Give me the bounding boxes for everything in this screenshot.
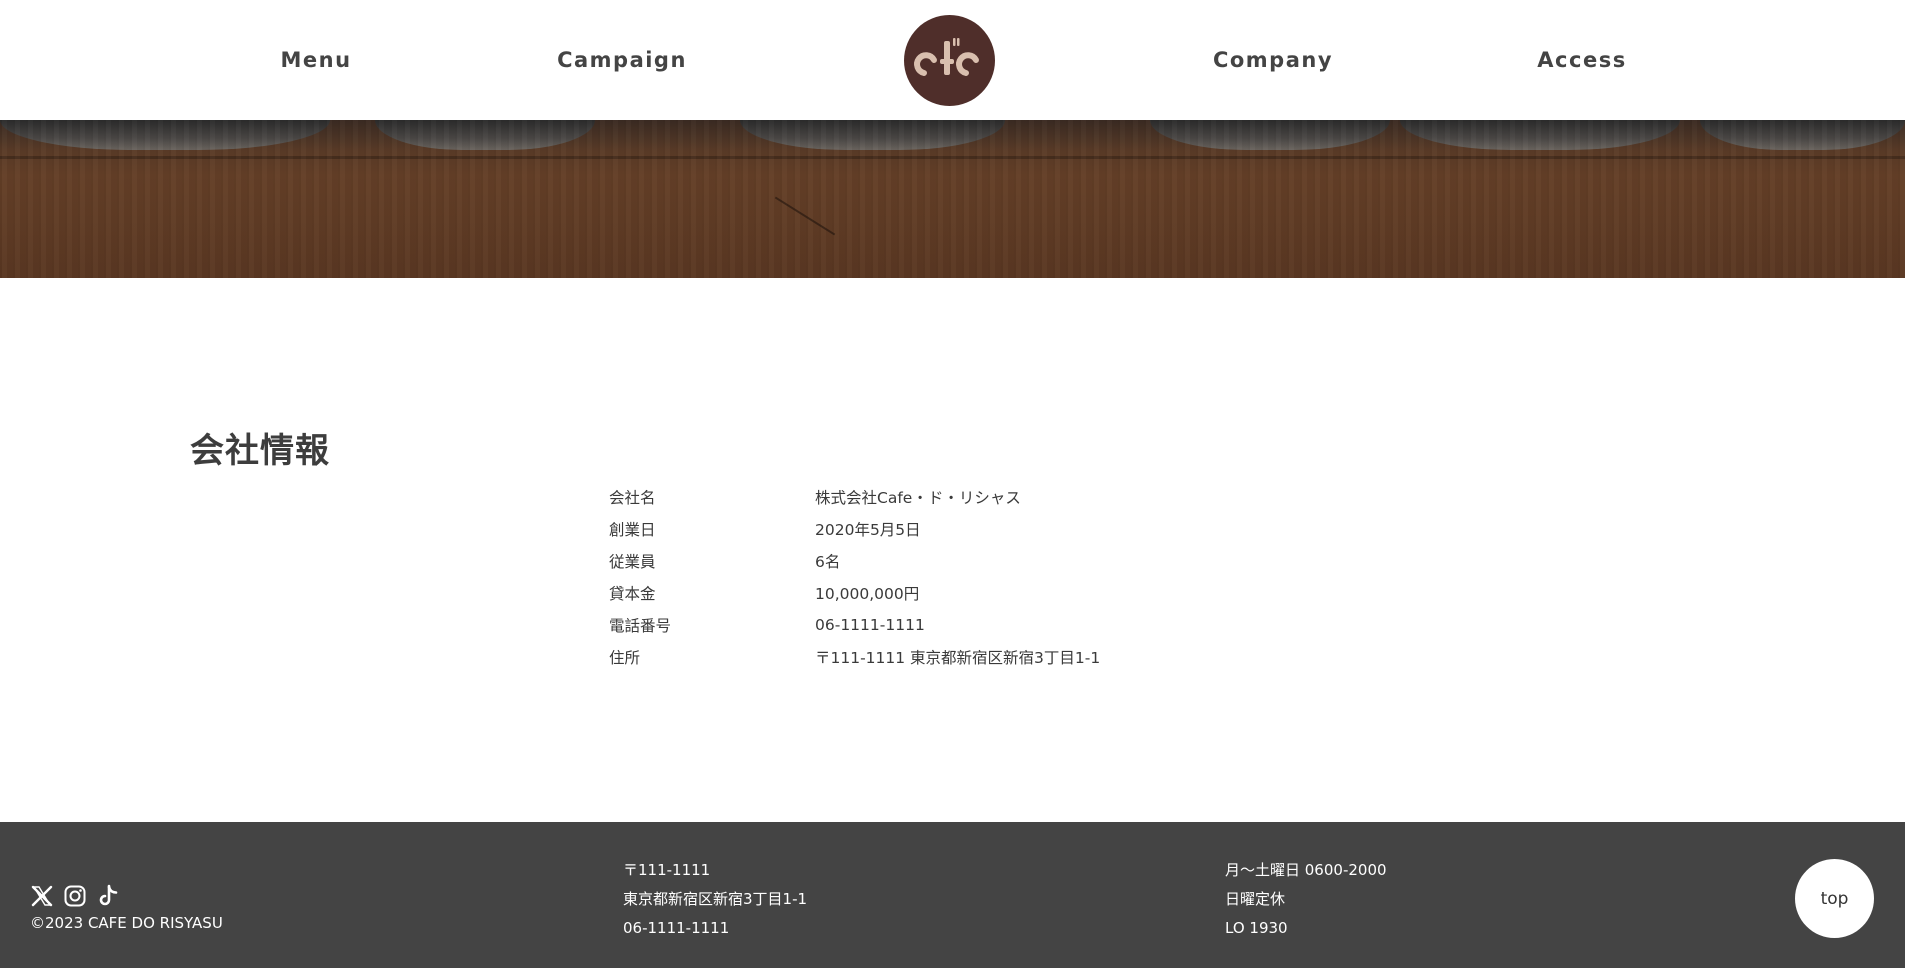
info-row-address: 住所 〒111-1111 東京都新宿区新宿3丁目1-1 (609, 641, 1100, 673)
info-value: 6名 (815, 553, 841, 571)
footer-hours-block: 月〜土曜日 0600-2000 日曜定休 LO 1930 (1225, 856, 1387, 943)
footer-last-order: LO 1930 (1225, 919, 1288, 937)
footer-closed-day: 日曜定休 (1225, 890, 1286, 908)
company-info-table: 会社名 株式会社Cafe・ド・リシャス 創業日 2020年5月5日 従業員 6名… (609, 481, 1100, 673)
footer-postal-code: 〒111-1111 (623, 861, 711, 879)
cafe-logo[interactable] (904, 15, 995, 106)
footer-address-block: 〒111-1111 東京都新宿区新宿3丁目1-1 06-1111-1111 (623, 856, 807, 943)
footer-opening-hours: 月〜土曜日 0600-2000 (1225, 861, 1387, 879)
copyright-text: ©2023 CAFE DO RISYASU (30, 914, 223, 932)
info-label: 会社名 (609, 489, 656, 507)
nav-menu-link[interactable]: Menu (280, 44, 351, 76)
info-label: 貸本金 (609, 585, 656, 603)
info-value: 06-1111-1111 (815, 616, 925, 634)
nav-access-link[interactable]: Access (1537, 44, 1626, 76)
info-row-founded: 創業日 2020年5月5日 (609, 513, 1100, 545)
info-row-phone: 電話番号 06-1111-1111 (609, 609, 1100, 641)
nav-company-link[interactable]: Company (1213, 44, 1333, 76)
tiktok-icon[interactable] (96, 884, 120, 908)
x-icon[interactable] (30, 884, 54, 908)
info-value: 株式会社Cafe・ド・リシャス (815, 489, 1021, 507)
info-label: 住所 (609, 649, 641, 667)
company-section-title: 会社情報 (190, 431, 330, 471)
social-links (30, 884, 120, 908)
info-value: 10,000,000円 (815, 585, 920, 603)
info-row-company-name: 会社名 株式会社Cafe・ド・リシャス (609, 481, 1100, 513)
info-label: 創業日 (609, 521, 656, 539)
info-value: 〒111-1111 東京都新宿区新宿3丁目1-1 (815, 649, 1101, 667)
back-to-top-button[interactable]: top (1795, 859, 1874, 938)
info-label: 従業員 (609, 553, 656, 571)
footer-phone: 06-1111-1111 (623, 919, 730, 937)
info-row-employees: 従業員 6名 (609, 545, 1100, 577)
footer-street-address: 東京都新宿区新宿3丁目1-1 (623, 890, 808, 908)
site-footer: ©2023 CAFE DO RISYASU 〒111-1111 東京都新宿区新宿… (0, 822, 1905, 968)
instagram-icon[interactable] (63, 884, 87, 908)
cafe-logo-icon (914, 38, 979, 76)
nav-campaign-link[interactable]: Campaign (557, 44, 687, 76)
info-row-capital: 貸本金 10,000,000円 (609, 577, 1100, 609)
info-label: 電話番号 (609, 617, 672, 635)
info-value: 2020年5月5日 (815, 521, 921, 539)
hero-image (0, 120, 1905, 278)
site-header: Menu Campaign Company Access (0, 0, 1905, 120)
wood-grain (0, 120, 1905, 278)
